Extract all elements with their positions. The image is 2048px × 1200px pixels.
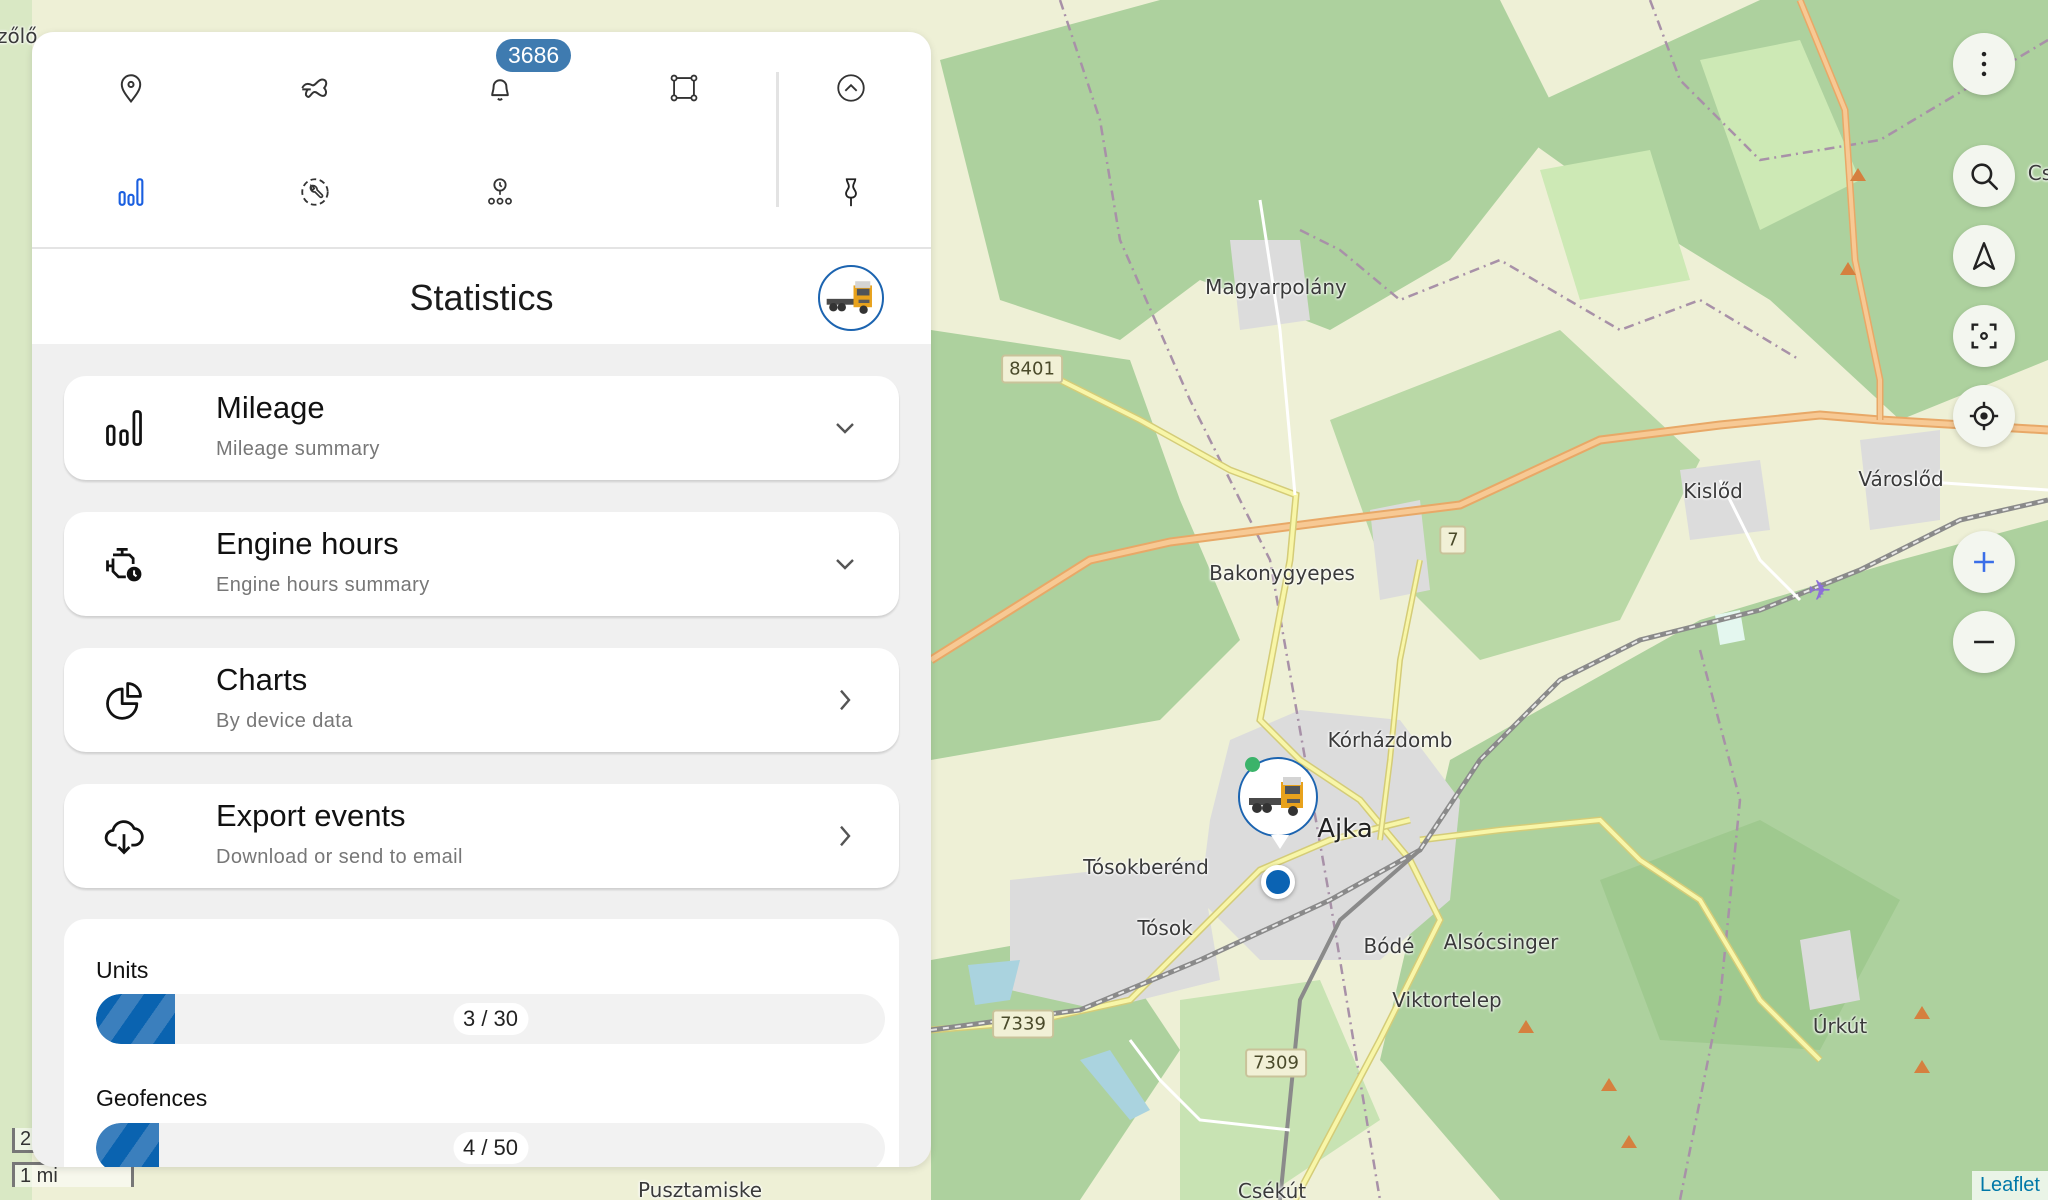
map-label: Cs	[2027, 161, 2048, 185]
clock-nodes-icon	[488, 178, 512, 205]
peak-icon	[1914, 1006, 1930, 1019]
statistics-panel: 3686 Statistics Mileage Mileage summary …	[32, 32, 931, 1167]
bar-chart-icon	[118, 178, 144, 206]
card-subtitle: Download or send to email	[216, 846, 463, 868]
road-shield: 7339	[992, 1009, 1054, 1039]
peak-icon	[1518, 1020, 1534, 1033]
card-subtitle: By device data	[216, 710, 353, 732]
usage-bar-fill	[96, 1123, 160, 1167]
search-icon	[1971, 163, 1999, 191]
engine-clock-icon	[106, 547, 142, 582]
map-label: Ajka	[1317, 814, 1373, 844]
tab-locations[interactable]	[101, 58, 161, 118]
locate-me-button[interactable]	[1953, 385, 2015, 447]
map-label: Bakonygyepes	[1209, 561, 1355, 585]
navigation-arrow-icon	[1972, 242, 1996, 270]
tab-statistics[interactable]	[101, 162, 161, 222]
usage-limits-card: Units 3 / 30 Geofences 4 / 50	[64, 919, 899, 1167]
card-title: Export events	[216, 798, 406, 833]
chevron-right-icon	[840, 689, 851, 711]
page-title: Statistics	[409, 277, 554, 318]
peak-icon	[1601, 1078, 1617, 1091]
map-label: Csékút	[1237, 1179, 1307, 1200]
truck-icon	[1249, 777, 1303, 816]
pie-chart-icon	[106, 682, 142, 720]
tab-geofences[interactable]	[654, 58, 714, 118]
wrench-circle-icon	[301, 178, 329, 206]
map-label: Viktortelep	[1392, 988, 1502, 1012]
card-title: Mileage	[216, 390, 325, 425]
map-label: Tósok	[1137, 916, 1193, 940]
mileage-card[interactable]: Mileage Mileage summary	[64, 376, 899, 480]
collapse-panel-button[interactable]	[821, 58, 881, 118]
chevron-down-icon	[836, 559, 854, 570]
bell-icon	[491, 79, 509, 101]
peak-icon	[1840, 262, 1856, 275]
truck-icon	[826, 281, 872, 314]
card-subtitle: Mileage summary	[216, 438, 380, 460]
card-subtitle: Engine hours summary	[216, 574, 430, 596]
pin-panel-button[interactable]	[821, 162, 881, 222]
card-title: Engine hours	[216, 526, 399, 561]
road-shield: 8401	[1001, 354, 1063, 384]
tab-tasks[interactable]	[470, 162, 530, 222]
chevron-down-icon	[836, 423, 854, 434]
map-label: Pusztamiske	[637, 1178, 763, 1200]
peak-icon	[1621, 1135, 1637, 1148]
geofences-usage-bar: 4 / 50	[96, 1123, 885, 1167]
map-label: Magyarpolány	[1205, 275, 1347, 299]
engine-hours-card[interactable]: Engine hours Engine hours summary	[64, 512, 899, 616]
map-label: Kórházdomb	[1327, 728, 1453, 752]
current-position-dot	[1261, 865, 1295, 899]
peak-icon	[1850, 168, 1866, 181]
peak-icon	[1914, 1060, 1930, 1073]
usage-value: 3 / 30	[452, 1003, 529, 1035]
map-label: Kislőd	[1683, 479, 1743, 503]
usage-label: Geofences	[96, 1085, 208, 1111]
panel-toolbar: 3686	[32, 32, 931, 247]
zoom-out-button[interactable]	[1953, 611, 2015, 673]
more-vertical-icon	[1981, 51, 1987, 77]
map-search-button[interactable]	[1953, 145, 2015, 207]
pin-icon	[845, 178, 857, 207]
svg-text:✈: ✈	[1808, 574, 1831, 607]
fit-bounds-button[interactable]	[1953, 305, 2015, 367]
road-shield: 7	[1439, 525, 1467, 555]
panel-header: Statistics	[32, 247, 931, 344]
usage-value: 4 / 50	[452, 1132, 529, 1164]
geofence-polygon-icon	[670, 74, 698, 102]
cloud-download-icon	[104, 820, 144, 855]
map-pin-icon	[120, 74, 142, 104]
export-events-card[interactable]: Export events Download or send to email	[64, 784, 899, 888]
tab-maintenance[interactable]	[285, 162, 345, 222]
route-icon	[301, 78, 328, 98]
notifications-count-badge: 3686	[496, 39, 572, 72]
usage-label: Units	[96, 957, 149, 983]
online-status-dot	[1245, 757, 1260, 772]
selected-unit-avatar[interactable]	[818, 265, 884, 331]
locate-crosshair-icon	[1969, 401, 1999, 431]
charts-card[interactable]: Charts By device data	[64, 648, 899, 752]
zoom-in-icon	[1974, 552, 1994, 572]
map-label: Bódé	[1363, 934, 1415, 958]
leaflet-attribution-link[interactable]: Leaflet	[1971, 1171, 2048, 1200]
chevron-up-circle-icon	[837, 74, 865, 102]
tab-tracks[interactable]	[285, 58, 345, 118]
more-menu-button[interactable]	[1953, 33, 2015, 95]
navigation-button[interactable]	[1953, 225, 2015, 287]
map-label: Úrkút	[1812, 1014, 1868, 1038]
card-title: Charts	[216, 662, 308, 697]
bar-chart-icon	[106, 410, 142, 446]
road-shield: 7309	[1245, 1048, 1307, 1078]
focus-frame-icon	[1971, 323, 1997, 349]
map-label: Alsócsinger	[1443, 930, 1559, 954]
map-label: Városlőd	[1858, 467, 1944, 491]
units-usage-bar: 3 / 30	[96, 994, 885, 1044]
toolbar-divider	[776, 72, 779, 207]
zoom-out-icon	[1974, 640, 1994, 644]
map-label: Tósokberénd	[1083, 855, 1209, 879]
usage-bar-fill	[96, 994, 175, 1044]
chevron-right-icon	[840, 825, 851, 847]
zoom-in-button[interactable]	[1953, 531, 2015, 593]
